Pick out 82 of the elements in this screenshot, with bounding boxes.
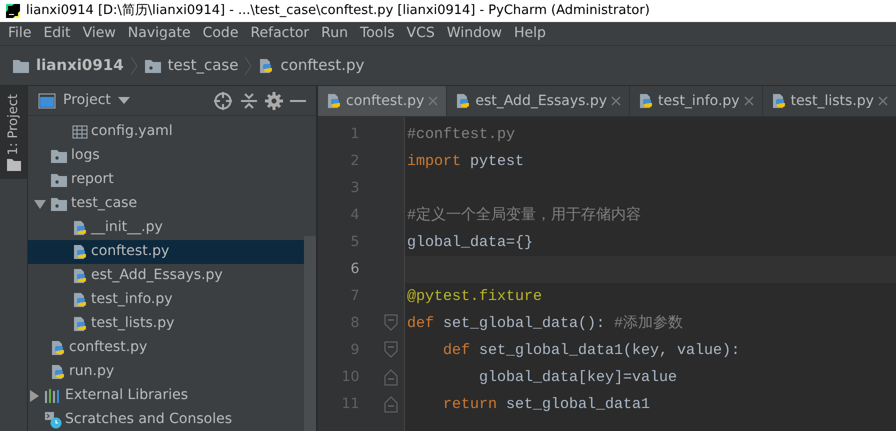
folder-icon	[12, 58, 30, 74]
fold-marker-icon[interactable]	[384, 368, 398, 386]
tree-item[interactable]: test_lists.py	[28, 312, 304, 336]
breadcrumb-item[interactable]: test_case	[168, 54, 238, 77]
folder-icon	[50, 196, 68, 212]
code-line: @pytest.fixture	[406, 286, 542, 306]
scrollbar[interactable]	[304, 236, 316, 431]
app-logo-icon	[6, 4, 20, 18]
fold-marker-icon[interactable]	[384, 314, 398, 332]
tree-item[interactable]: est_Add_Essays.py	[28, 264, 304, 288]
menu-item[interactable]: Run	[315, 23, 354, 44]
tree-item[interactable]: Scratches and Consoles	[28, 408, 304, 431]
python-file-icon	[72, 316, 88, 332]
python-file-icon	[50, 364, 66, 380]
close-icon[interactable]	[611, 96, 622, 106]
close-icon[interactable]	[744, 96, 754, 106]
chevron-icon	[244, 56, 252, 76]
python-file-icon	[72, 220, 88, 236]
locate-icon[interactable]	[213, 90, 233, 110]
tree-item[interactable]: __init__.py	[28, 216, 304, 240]
folder-icon	[144, 58, 162, 74]
python-file-icon	[72, 268, 88, 284]
python-file-icon	[50, 340, 66, 356]
line-number: 6	[349, 260, 360, 278]
collapsed-arrow-icon[interactable]	[28, 390, 40, 402]
breadcrumb-item[interactable]: conftest.py	[280, 54, 364, 77]
code-line: import pytest	[406, 152, 524, 172]
tree-item[interactable]: report	[28, 168, 304, 192]
libraries-icon	[44, 388, 62, 404]
code-line: #定义一个全局变量，用于存储内容	[406, 205, 642, 226]
project-tool-button[interactable]: 1: Project	[0, 86, 27, 179]
settings-icon[interactable]	[265, 92, 283, 110]
python-file-icon	[770, 93, 787, 109]
close-icon[interactable]	[878, 96, 888, 106]
tree-item[interactable]: test_case	[28, 192, 304, 216]
folder-icon	[50, 172, 68, 188]
python-file-icon	[72, 292, 88, 308]
expanded-arrow-icon[interactable]	[34, 198, 46, 210]
tree-item[interactable]: conftest.py	[28, 336, 304, 360]
folder-icon	[6, 158, 20, 171]
menu-item[interactable]: Refactor	[244, 23, 316, 44]
table-file-icon	[72, 124, 88, 140]
breadcrumb-item[interactable]: lianxi0914	[36, 54, 124, 77]
menu-item[interactable]: Tools	[354, 23, 401, 44]
window-title: lianxi0914 [D:\简历\lianxi0914] - ...\test_case\conftest.py [lianxi0914] - PyCharm (Administrator)	[26, 2, 650, 20]
menu-item[interactable]: Navigate	[122, 23, 197, 44]
python-file-icon	[455, 93, 472, 109]
tree-item[interactable]: run.py	[28, 360, 304, 384]
fold-marker-icon[interactable]	[384, 395, 398, 413]
editor-tab[interactable]: conftest.py	[318, 86, 448, 116]
tree-item[interactable]: External Libraries	[28, 384, 304, 408]
python-file-icon	[258, 58, 274, 74]
fold-marker-icon[interactable]	[384, 341, 398, 359]
tree-item[interactable]: config.yaml	[28, 120, 304, 144]
tree-item[interactable]: logs	[28, 144, 304, 168]
python-file-icon	[72, 244, 88, 260]
code-line: def set_global_data(): #添加参数	[406, 314, 684, 334]
chevron-icon	[130, 56, 138, 76]
menu-item[interactable]: Window	[440, 23, 508, 44]
menu-item[interactable]: Code	[196, 23, 244, 44]
code-line: global_data[key]=value	[478, 368, 678, 388]
collapse-icon[interactable]	[240, 92, 258, 110]
menu-item[interactable]: Help	[508, 23, 552, 44]
minimize-icon[interactable]	[290, 98, 306, 102]
menu-item[interactable]: File	[2, 23, 38, 44]
python-file-icon	[326, 93, 342, 109]
folder-icon	[50, 148, 68, 164]
tree-item[interactable]: conftest.py	[28, 240, 304, 264]
close-icon[interactable]	[428, 96, 438, 106]
panel-title[interactable]: Project	[63, 90, 111, 111]
menu-item[interactable]: View	[76, 23, 122, 44]
code-line: return set_global_data1	[442, 394, 650, 414]
code-line: #conftest.py	[406, 124, 516, 144]
dropdown-caret-icon[interactable]	[118, 96, 130, 104]
code-line: def set_global_data1(key, value):	[442, 340, 740, 360]
python-file-icon	[638, 93, 654, 109]
menu-item[interactable]: VCS	[400, 23, 441, 44]
menu-item[interactable]: Edit	[37, 23, 77, 44]
tree-item[interactable]: test_info.py	[28, 288, 304, 312]
code-line: global_data={}	[406, 232, 534, 252]
window-icon	[38, 92, 56, 108]
scratches-icon	[44, 410, 62, 428]
